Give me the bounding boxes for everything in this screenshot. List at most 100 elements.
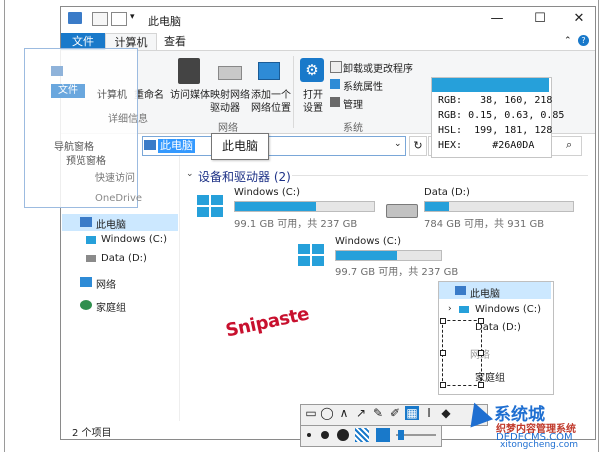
- rename-label[interactable]: 重命名: [134, 86, 164, 101]
- ghost-onedrive: OneDrive: [95, 193, 143, 204]
- drive-name[interactable]: Windows (C:): [234, 187, 300, 198]
- drive-usage-bar: [234, 201, 375, 212]
- snippet-item-windows-c[interactable]: Windows (C:): [475, 304, 541, 315]
- media-label[interactable]: 访问媒体: [170, 86, 210, 101]
- maximize-button[interactable]: ☐: [531, 10, 549, 28]
- manage-icon[interactable]: [330, 97, 340, 107]
- windows-drive-icon[interactable]: [197, 195, 225, 219]
- selection-handle[interactable]: [440, 382, 446, 388]
- window-title: 此电脑: [148, 15, 181, 28]
- drive-usage-fill: [235, 202, 316, 211]
- search-icon[interactable]: ⌕: [566, 138, 572, 152]
- address-computer-icon: [144, 140, 156, 150]
- drive-space-info: 784 GB 可用，共 931 GB: [424, 219, 545, 230]
- eraser-tool-icon[interactable]: ◆: [439, 406, 453, 420]
- add-location-label-2[interactable]: 网络位置: [251, 99, 291, 114]
- title-bar: [61, 7, 595, 33]
- open-settings-label-2[interactable]: 设置: [303, 99, 323, 114]
- drive-usage-bar: [424, 201, 574, 212]
- brush-small-icon[interactable]: [307, 433, 311, 437]
- collapse-ribbon-icon[interactable]: ⌃: [564, 36, 572, 46]
- ghost-computer-icon: [51, 66, 63, 76]
- ellipse-tool-icon[interactable]: ◯: [320, 406, 334, 420]
- help-icon[interactable]: ?: [578, 35, 589, 46]
- nav-item-this-pc[interactable]: 此电脑: [96, 216, 126, 231]
- ghost-preview-pane: 预览窗格: [66, 156, 106, 167]
- rectangle-tool-icon[interactable]: ▭: [304, 406, 318, 420]
- drive-name[interactable]: Data (D:): [424, 187, 470, 198]
- color-fill-icon[interactable]: [376, 428, 390, 442]
- nav-item-windows-c[interactable]: Windows (C:): [101, 234, 167, 245]
- manage-label[interactable]: 管理: [343, 96, 363, 111]
- windows-drive-icon[interactable]: [298, 244, 326, 268]
- brush-medium-icon[interactable]: [321, 431, 329, 439]
- selection-handle[interactable]: [440, 350, 446, 356]
- group-system-label: 系统: [343, 123, 363, 134]
- address-dropdown-icon[interactable]: ⌄: [394, 139, 402, 149]
- selection-rectangle[interactable]: [442, 320, 482, 386]
- refresh-icon[interactable]: ↻: [409, 136, 427, 156]
- address-path[interactable]: 此电脑: [158, 139, 195, 153]
- drag-ghost-overlay: [24, 48, 138, 208]
- selection-handle[interactable]: [478, 350, 484, 356]
- uninstall-icon[interactable]: [330, 61, 342, 73]
- size-slider-thumb[interactable]: [398, 430, 404, 440]
- close-button[interactable]: ✕: [570, 10, 588, 28]
- address-tooltip: 此电脑: [211, 133, 269, 160]
- picker-value: #26A0DA: [492, 140, 535, 151]
- gear-icon[interactable]: ⚙: [300, 58, 324, 82]
- ghost-quick-access: 快速访问: [95, 173, 135, 184]
- picker-label: HEX:: [438, 140, 463, 151]
- section-divider: [292, 175, 588, 176]
- map-drive-label-2[interactable]: 驱动器: [210, 99, 240, 114]
- selection-handle[interactable]: [440, 318, 446, 324]
- network-location-icon[interactable]: [258, 62, 280, 80]
- system-properties-label[interactable]: 系统属性: [343, 78, 383, 93]
- drive-space-info: 99.7 GB 可用，共 237 GB: [335, 267, 459, 278]
- drive-usage-fill: [425, 202, 449, 211]
- section-title[interactable]: 设备和驱动器 (2): [198, 168, 291, 185]
- picker-label: RGB:: [438, 95, 463, 106]
- section-collapse-icon[interactable]: ⌄: [186, 169, 194, 179]
- nav-item-network[interactable]: 网络: [96, 276, 116, 291]
- group-network-label: 网络: [218, 123, 238, 134]
- outer-frame-left: [0, 0, 5, 452]
- nav-computer-icon: [80, 217, 92, 227]
- ghost-details-pane: 详细信息: [108, 114, 148, 125]
- marker-tool-icon[interactable]: ✐: [388, 406, 402, 420]
- selection-handle[interactable]: [478, 318, 484, 324]
- map-drive-icon[interactable]: [218, 66, 242, 80]
- picker-row-hex: HEX: #26A0DA: [438, 140, 534, 151]
- properties-icon[interactable]: [92, 12, 108, 26]
- picker-value: 0.15, 0.63, 0.85: [468, 110, 565, 121]
- nav-item-homegroup[interactable]: 家庭组: [96, 299, 126, 314]
- arrow-tool-icon[interactable]: ↗: [354, 406, 368, 420]
- pattern-icon[interactable]: [355, 428, 369, 442]
- nav-item-data-d[interactable]: Data (D:): [101, 253, 147, 264]
- nav-data-drive-icon: [86, 255, 96, 262]
- snippet-item-this-pc[interactable]: 此电脑: [470, 285, 500, 300]
- minimize-button[interactable]: —: [488, 10, 506, 28]
- data-drive-icon[interactable]: [386, 204, 418, 218]
- nav-network-icon: [80, 277, 92, 287]
- uninstall-label[interactable]: 卸载或更改程序: [343, 60, 413, 75]
- pencil-tool-icon[interactable]: ✎: [371, 406, 385, 420]
- snippet-expand-icon[interactable]: ›: [448, 304, 452, 314]
- tab-view[interactable]: 查看: [164, 33, 186, 50]
- quick-access-dropdown-icon[interactable]: ▾: [130, 12, 135, 22]
- status-item-count: 2 个项目: [72, 428, 112, 439]
- drive-usage-fill: [336, 251, 397, 260]
- polyline-tool-icon[interactable]: ∧: [337, 406, 351, 420]
- brush-large-icon[interactable]: [337, 429, 349, 441]
- snippet-windows-drive-icon: [459, 306, 469, 313]
- picker-row-hsl: HSL: 199, 181, 128: [438, 125, 552, 136]
- mosaic-tool-icon[interactable]: ▦: [405, 406, 419, 420]
- system-properties-icon[interactable]: [330, 79, 340, 89]
- picker-row-rgb-float: RGB: 0.15, 0.63, 0.85: [438, 110, 564, 121]
- media-icon[interactable]: [178, 58, 200, 84]
- drive-name[interactable]: Windows (C:): [335, 236, 401, 247]
- selection-handle[interactable]: [478, 382, 484, 388]
- text-tool-icon[interactable]: I: [422, 406, 436, 420]
- picker-row-rgb: RGB: 38, 160, 218: [438, 95, 552, 106]
- new-folder-icon[interactable]: [111, 12, 127, 26]
